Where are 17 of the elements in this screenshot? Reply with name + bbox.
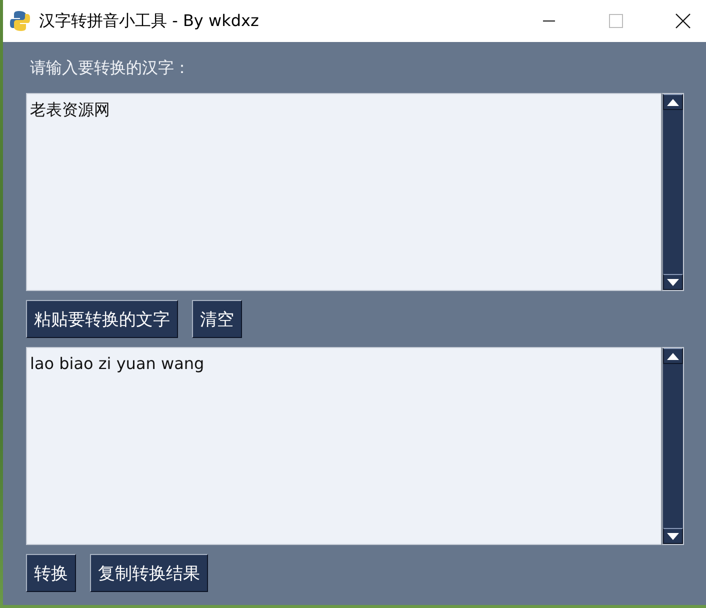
minimize-icon[interactable] — [543, 20, 555, 22]
input-label: 请输入要转换的汉字： — [30, 57, 191, 79]
scroll-down-icon[interactable] — [663, 274, 683, 290]
scrollbar[interactable] — [661, 347, 684, 545]
python-logo-icon — [9, 10, 31, 32]
scroll-down-icon[interactable] — [663, 528, 683, 544]
close-icon[interactable] — [675, 13, 691, 29]
scroll-up-icon[interactable] — [663, 94, 683, 110]
convert-button[interactable]: 转换 — [26, 554, 76, 592]
output-text-area[interactable]: lao biao zi yuan wang — [26, 347, 661, 545]
scrollbar[interactable] — [661, 93, 684, 291]
scroll-up-icon[interactable] — [663, 348, 683, 364]
clear-button[interactable]: 清空 — [192, 300, 242, 338]
window-title: 汉字转拼音小工具 - By wkdxz — [39, 10, 260, 32]
copy-result-button[interactable]: 复制转换结果 — [90, 554, 208, 592]
paste-button[interactable]: 粘贴要转换的文字 — [26, 300, 178, 338]
input-text-area[interactable]: 老表资源网 — [26, 93, 661, 291]
